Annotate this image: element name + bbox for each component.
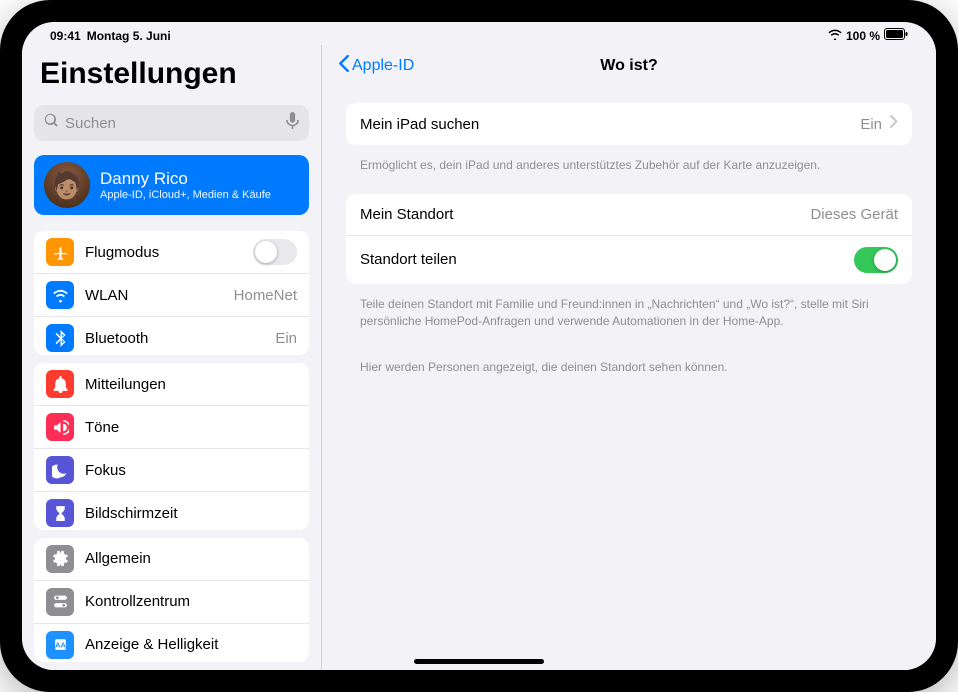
sidebar-item-display[interactable]: AA Anzeige & Helligkeit	[34, 624, 309, 662]
profile-name: Danny Rico	[100, 169, 271, 189]
home-indicator[interactable]	[414, 659, 544, 664]
status-time: 09:41	[50, 29, 81, 43]
find-ipad-value: Ein	[860, 116, 882, 133]
find-caption: Ermöglicht es, dein iPad und anderes unt…	[346, 151, 912, 188]
avatar: 🧑🏽	[44, 162, 90, 208]
sidebar-item-screentime[interactable]: Bildschirmzeit	[34, 492, 309, 529]
group-location: Mein Standort Dieses Gerät Standort teil…	[346, 194, 912, 284]
my-location-value: Dieses Gerät	[810, 206, 898, 223]
sidebar: Einstellungen 🧑🏽 Danny Rico Apple-ID, iC…	[22, 45, 322, 670]
group-find-my: Mein iPad suchen Ein	[346, 103, 912, 145]
search-input[interactable]	[65, 115, 280, 132]
search-bar[interactable]	[34, 105, 309, 141]
row-share-location: Standort teilen	[346, 236, 912, 284]
sidebar-group-notifications: Mitteilungen Töne Fokus Bildschirmzeit	[34, 363, 309, 529]
sidebar-group-connectivity: Flugmodus WLAN HomeNet Bluetooth Ein	[34, 231, 309, 355]
airplane-label: Flugmodus	[85, 244, 242, 261]
control-label: Kontrollzentrum	[85, 593, 297, 610]
hourglass-icon	[46, 499, 74, 527]
back-label: Apple-ID	[352, 57, 414, 75]
bluetooth-label: Bluetooth	[85, 330, 264, 347]
wifi-icon	[828, 29, 842, 43]
sidebar-item-general[interactable]: Allgemein	[34, 538, 309, 581]
detail-pane: Apple-ID Wo ist? Mein iPad suchen Ein Er…	[322, 45, 936, 670]
wifi-label: WLAN	[85, 287, 223, 304]
my-location-label: Mein Standort	[360, 206, 810, 223]
profile-subtitle: Apple-ID, iCloud+, Medien & Käufe	[100, 189, 271, 201]
sidebar-item-sounds[interactable]: Töne	[34, 406, 309, 449]
airplane-toggle[interactable]	[253, 239, 297, 265]
detail-title: Wo ist?	[600, 57, 657, 75]
brightness-icon: AA	[46, 631, 74, 659]
share-caption: Teile deinen Standort mit Familie und Fr…	[346, 290, 912, 344]
gear-icon	[46, 545, 74, 573]
display-label: Anzeige & Helligkeit	[85, 636, 297, 653]
search-icon	[44, 113, 59, 133]
chevron-left-icon	[338, 55, 349, 77]
row-my-location[interactable]: Mein Standort Dieses Gerät	[346, 194, 912, 236]
focus-label: Fokus	[85, 462, 297, 479]
share-location-label: Standort teilen	[360, 251, 854, 268]
status-bar: 09:41 Montag 5. Juni 100 %	[22, 22, 936, 45]
wifi-value: HomeNet	[234, 287, 297, 304]
switches-icon	[46, 588, 74, 616]
sidebar-title: Einstellungen	[34, 53, 309, 97]
wifi-icon	[46, 281, 74, 309]
sounds-label: Töne	[85, 419, 297, 436]
airplane-icon	[46, 238, 74, 266]
battery-text: 100 %	[846, 29, 880, 43]
screen: 09:41 Montag 5. Juni 100 % Einstellungen	[22, 22, 936, 670]
chevron-right-icon	[890, 115, 898, 133]
bluetooth-value: Ein	[275, 330, 297, 347]
battery-icon	[884, 28, 908, 43]
moon-icon	[46, 456, 74, 484]
share-location-toggle[interactable]	[854, 247, 898, 273]
ipad-frame: 09:41 Montag 5. Juni 100 % Einstellungen	[0, 0, 958, 692]
detail-header: Apple-ID Wo ist?	[322, 45, 936, 87]
sidebar-item-bluetooth[interactable]: Bluetooth Ein	[34, 317, 309, 355]
bell-icon	[46, 370, 74, 398]
svg-text:AA: AA	[55, 641, 66, 650]
sidebar-item-focus[interactable]: Fokus	[34, 449, 309, 492]
people-caption: Hier werden Personen angezeigt, die dein…	[346, 349, 912, 390]
row-find-ipad[interactable]: Mein iPad suchen Ein	[346, 103, 912, 145]
find-ipad-label: Mein iPad suchen	[360, 116, 860, 133]
mic-icon[interactable]	[286, 112, 299, 134]
general-label: Allgemein	[85, 550, 297, 567]
sidebar-item-control-center[interactable]: Kontrollzentrum	[34, 581, 309, 624]
speaker-icon	[46, 413, 74, 441]
sidebar-item-notifications[interactable]: Mitteilungen	[34, 363, 309, 406]
bluetooth-icon	[46, 324, 74, 352]
sidebar-item-airplane[interactable]: Flugmodus	[34, 231, 309, 274]
screentime-label: Bildschirmzeit	[85, 505, 297, 522]
sidebar-group-general: Allgemein Kontrollzentrum AA Anzeige & H…	[34, 538, 309, 662]
profile-row[interactable]: 🧑🏽 Danny Rico Apple-ID, iCloud+, Medien …	[34, 155, 309, 215]
notifications-label: Mitteilungen	[85, 376, 297, 393]
status-date: Montag 5. Juni	[87, 29, 171, 43]
sidebar-item-wifi[interactable]: WLAN HomeNet	[34, 274, 309, 317]
back-button[interactable]: Apple-ID	[338, 55, 414, 77]
